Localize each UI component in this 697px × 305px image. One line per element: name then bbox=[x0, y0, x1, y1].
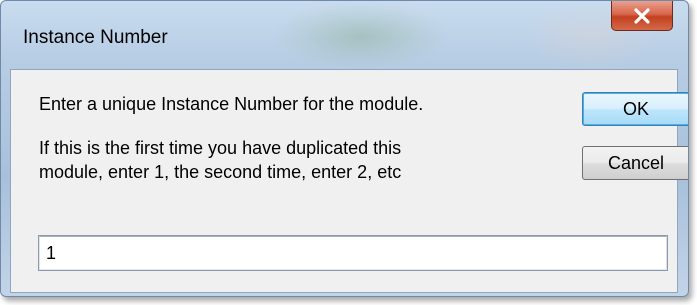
titlebar[interactable]: Instance Number bbox=[1, 1, 688, 69]
instance-number-input[interactable] bbox=[39, 236, 667, 270]
ok-button[interactable]: OK bbox=[582, 92, 688, 126]
hint-text-line-1: If this is the first time you have dupli… bbox=[39, 138, 402, 158]
close-button[interactable] bbox=[611, 1, 673, 31]
close-x-icon bbox=[634, 7, 650, 24]
window-title: Instance Number bbox=[23, 27, 168, 48]
dialog-window: Instance Number Enter a unique Instance … bbox=[0, 0, 689, 297]
dialog-client-area: Enter a unique Instance Number for the m… bbox=[10, 69, 688, 293]
cancel-button[interactable]: Cancel bbox=[582, 146, 688, 180]
hint-text-line-2: module, enter 1, the second time, enter … bbox=[39, 162, 402, 182]
prompt-text: Enter a unique Instance Number for the m… bbox=[39, 94, 424, 114]
